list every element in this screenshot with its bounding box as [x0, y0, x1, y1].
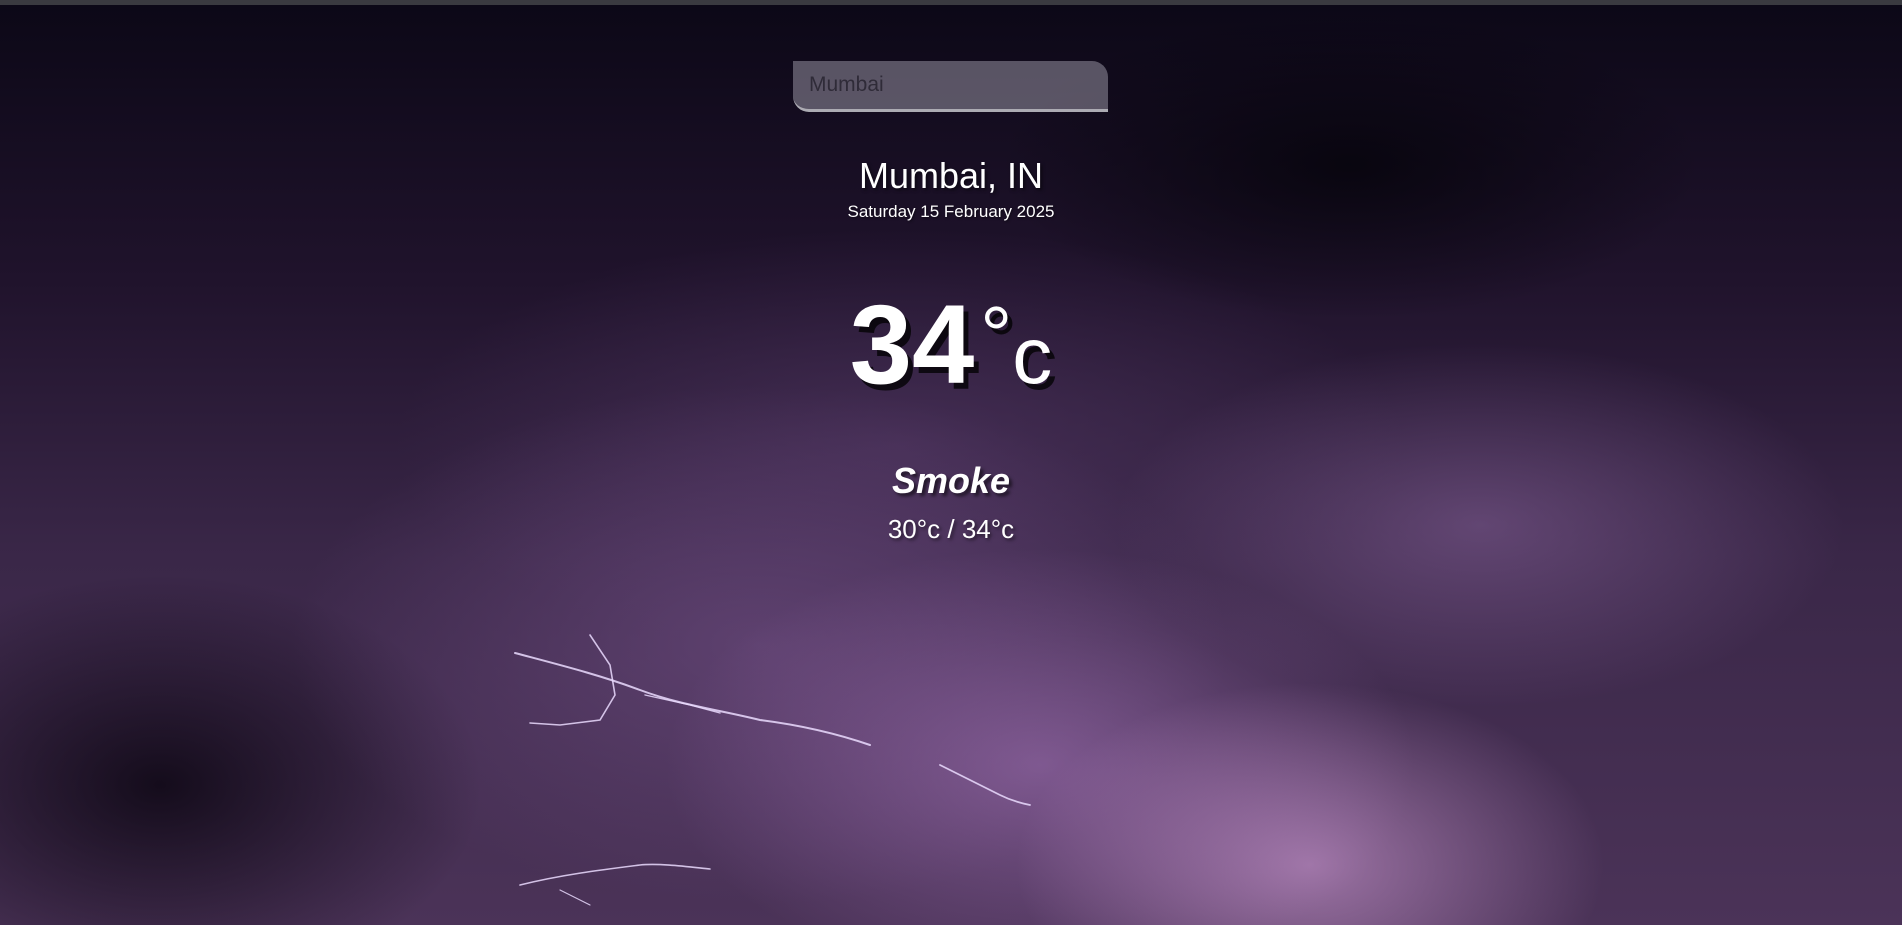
temperature-range: 30°c / 34°c: [887, 514, 1015, 544]
temperature-unit: c: [1012, 311, 1053, 400]
location-section: Mumbai, IN Saturday 15 February 2025: [0, 155, 1902, 223]
temperature-value: 34: [849, 282, 975, 407]
temperature: 34°c: [850, 280, 1053, 421]
temperature-degree-symbol: °: [980, 290, 1013, 379]
location-city: Mumbai, IN: [858, 155, 1044, 196]
search-box: [793, 61, 1108, 112]
current-date: Saturday 15 February 2025: [847, 202, 1055, 221]
city-search-input[interactable]: [793, 61, 1108, 112]
weather-section: 34°c Smoke 30°c / 34°c: [0, 280, 1902, 545]
weather-condition: Smoke: [891, 460, 1011, 501]
